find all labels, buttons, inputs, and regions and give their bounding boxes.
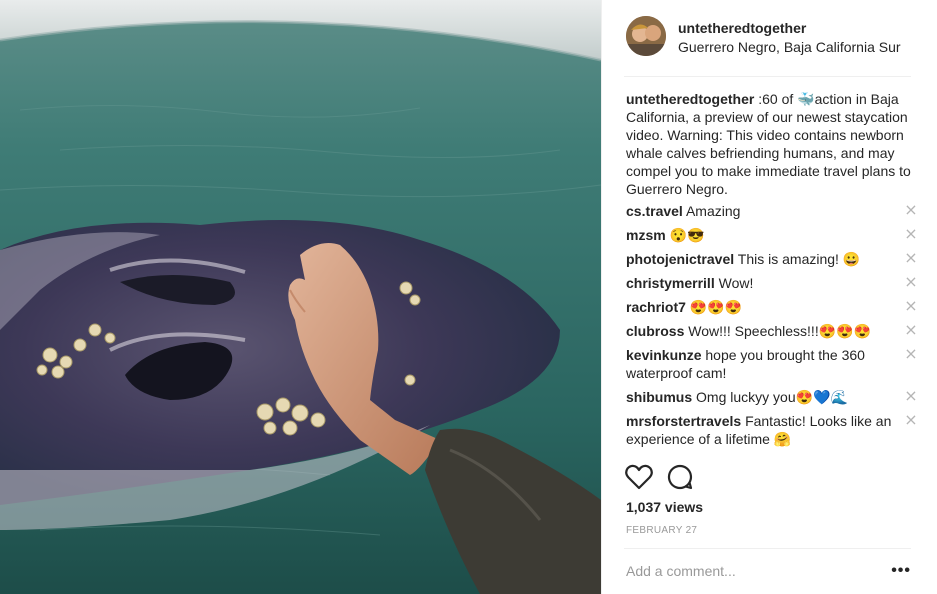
close-icon[interactable]: ×	[904, 322, 918, 338]
actions-spacer	[624, 458, 911, 459]
comment-text: Amazing	[685, 203, 741, 219]
comment-username[interactable]: shibumus	[626, 389, 692, 405]
post-date[interactable]: FEBRUARY 27	[626, 525, 697, 536]
comment-row: shibumus Omg luckyy you😍💙🌊 ×	[626, 388, 918, 406]
close-icon[interactable]: ×	[904, 274, 918, 290]
avatar[interactable]	[626, 16, 666, 56]
post-header: untetheredtogether Guerrero Negro, Baja …	[602, 0, 937, 76]
caption-author[interactable]: untetheredtogether	[626, 91, 754, 107]
comment-row: christymerrill Wow! ×	[626, 274, 918, 292]
comment-username[interactable]: christymerrill	[626, 275, 715, 291]
more-options-button[interactable]: •••	[891, 563, 911, 579]
comment-text: 😍😍😍	[689, 299, 743, 315]
comment-row: photojenictravel This is amazing! 😀 ×	[626, 250, 918, 268]
comment-username[interactable]: photojenictravel	[626, 251, 734, 267]
header-divider	[624, 76, 911, 77]
whale-photo	[0, 0, 601, 594]
comment-username[interactable]: kevinkunze	[626, 347, 701, 363]
action-bar	[625, 464, 707, 492]
comment-username[interactable]: mrsforstertravels	[626, 413, 741, 429]
close-icon[interactable]: ×	[904, 202, 918, 218]
comment-text: Wow!!! Speechless!!!😍😍😍	[688, 323, 872, 339]
comment-row: mzsm 😯😎 ×	[626, 226, 918, 244]
comment-row: rachriot7 😍😍😍 ×	[626, 298, 918, 316]
comment-username[interactable]: clubross	[626, 323, 684, 339]
heart-icon[interactable]	[625, 464, 653, 490]
post-video[interactable]	[0, 0, 601, 594]
post-side-panel: untetheredtogether Guerrero Negro, Baja …	[601, 0, 937, 594]
view-count[interactable]: 1,037 views	[626, 499, 703, 515]
comment-username[interactable]: mzsm	[626, 227, 666, 243]
post-caption: untetheredtogether :60 of 🐳action in Baj…	[626, 90, 918, 198]
comment-username[interactable]: rachriot7	[626, 299, 686, 315]
comment-text: Wow!	[718, 275, 754, 291]
comments-list: untetheredtogether :60 of 🐳action in Baj…	[626, 90, 918, 454]
comment-bubble-icon[interactable]	[667, 464, 693, 490]
close-icon[interactable]: ×	[904, 388, 918, 404]
avatar-image	[626, 16, 666, 56]
comment-row: mrsforstertravels Fantastic! Looks like …	[626, 412, 918, 448]
comment-text: 😯😎	[669, 227, 705, 243]
instagram-post-modal: untetheredtogether Guerrero Negro, Baja …	[0, 0, 937, 594]
comment-row: cs.travel Amazing ×	[626, 202, 918, 220]
close-icon[interactable]: ×	[904, 226, 918, 242]
comment-divider	[624, 548, 911, 549]
post-location[interactable]: Guerrero Negro, Baja California Sur	[678, 39, 901, 55]
close-icon[interactable]: ×	[904, 412, 918, 428]
author-username[interactable]: untetheredtogether	[678, 20, 806, 36]
close-icon[interactable]: ×	[904, 298, 918, 314]
close-icon[interactable]: ×	[904, 346, 918, 362]
close-icon[interactable]: ×	[904, 250, 918, 266]
comment-text: This is amazing! 😀	[737, 251, 861, 267]
add-comment-input[interactable]: Add a comment...	[626, 563, 736, 579]
comment-row: clubross Wow!!! Speechless!!!😍😍😍 ×	[626, 322, 918, 340]
comment-username[interactable]: cs.travel	[626, 203, 683, 219]
comment-text: Omg luckyy you😍💙🌊	[696, 389, 848, 405]
comment-row: kevinkunze hope you brought the 360 wate…	[626, 346, 918, 382]
